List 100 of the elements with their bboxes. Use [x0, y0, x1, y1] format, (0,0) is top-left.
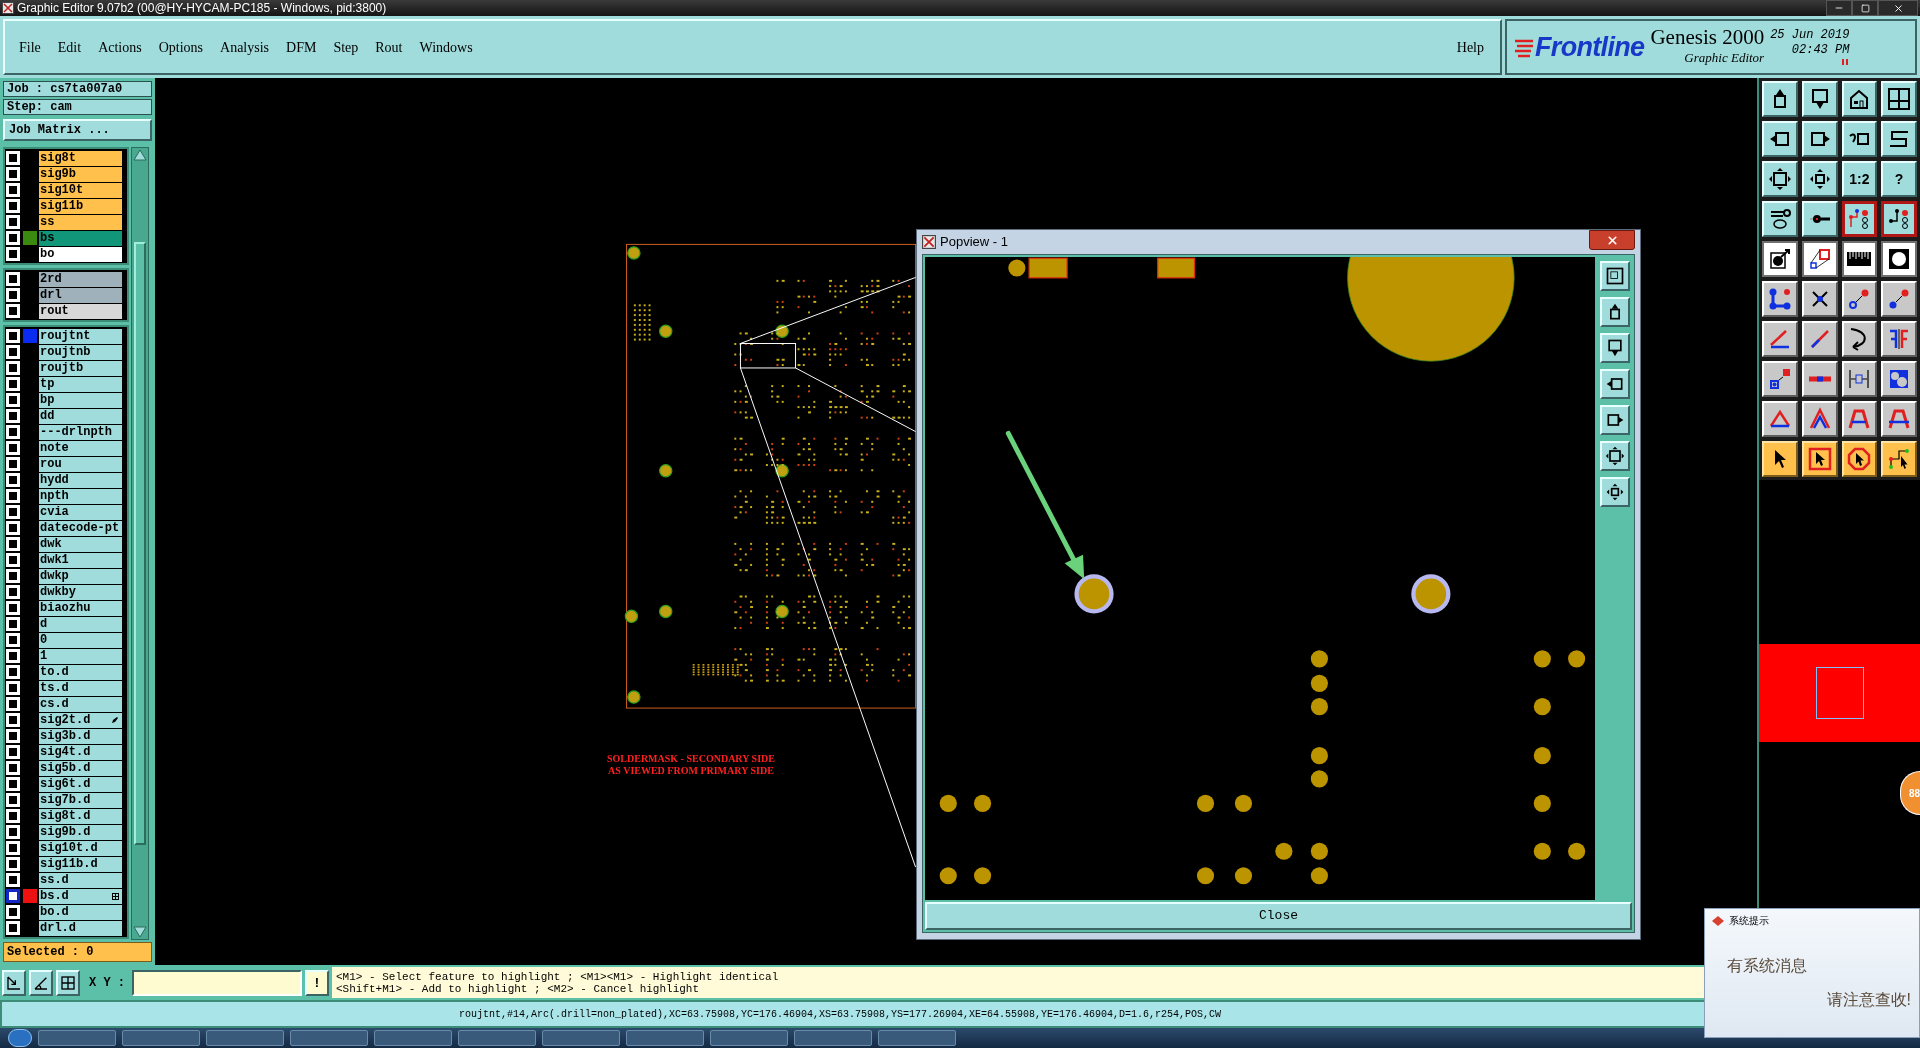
layer-item[interactable]: hydd [39, 472, 122, 488]
layer-item[interactable]: sig6t.d [39, 776, 122, 792]
layer-item[interactable]: sig8t.d [39, 808, 122, 824]
start-button[interactable] [8, 1029, 32, 1047]
tool-button[interactable] [1841, 241, 1878, 277]
tool-button[interactable]: 1:2 [1841, 161, 1878, 197]
layer-item[interactable]: bs [39, 230, 122, 246]
layer-item[interactable]: ---drlnpth [39, 424, 122, 440]
layer-select-box[interactable] [6, 151, 20, 165]
layer-select-box[interactable] [6, 585, 20, 599]
view-button[interactable] [1599, 441, 1630, 471]
layer-select-box[interactable] [6, 777, 20, 791]
layer-item[interactable]: ts.d [39, 680, 122, 696]
layer-select-box[interactable] [6, 361, 20, 375]
layer-item[interactable]: ss [39, 214, 122, 230]
layer-item[interactable]: 2rd [39, 271, 122, 287]
layer-item[interactable]: bs.d [39, 888, 122, 904]
layer-select-box[interactable] [6, 489, 20, 503]
view-button[interactable] [1599, 405, 1630, 435]
layer-select-box[interactable] [6, 809, 20, 823]
layer-item[interactable]: bp [39, 392, 122, 408]
layer-select-box[interactable] [6, 617, 20, 631]
layer-select-box[interactable] [6, 601, 20, 615]
tool-button[interactable] [1762, 241, 1798, 277]
layer-item[interactable]: ss.d [39, 872, 122, 888]
view-button[interactable] [1599, 369, 1630, 399]
menu-item[interactable]: File [19, 36, 41, 58]
layer-item[interactable]: cvia [39, 504, 122, 520]
layer-item[interactable]: roujtb [39, 360, 122, 376]
scroll-thumb[interactable] [134, 242, 146, 845]
layer-item[interactable]: 1 [39, 648, 122, 664]
layer-item[interactable]: rout [39, 303, 122, 319]
close-button[interactable] [1589, 230, 1635, 250]
layer-item[interactable]: dwk1 [39, 552, 122, 568]
layer-item[interactable]: dwk [39, 536, 122, 552]
layer-item[interactable]: note [39, 440, 122, 456]
execute-button[interactable]: ! [305, 969, 329, 996]
layer-select-box[interactable] [6, 377, 20, 391]
tool-button[interactable] [1801, 241, 1838, 277]
layer-item[interactable]: roujtnt [39, 328, 122, 344]
layer-select-box[interactable] [6, 537, 20, 551]
menu-item[interactable]: Analysis [220, 36, 270, 58]
layer-select-box[interactable] [6, 665, 20, 679]
popview-close-button[interactable]: Close [925, 902, 1632, 930]
layer-item[interactable]: rou [39, 456, 122, 472]
layer-item[interactable]: drl [39, 287, 122, 303]
layer-select-box[interactable] [6, 441, 20, 455]
layer-select-box[interactable] [6, 505, 20, 519]
tool-button[interactable] [1881, 241, 1917, 277]
scrollbar[interactable] [131, 147, 149, 940]
menu-item[interactable]: Actions [98, 36, 142, 58]
view-button[interactable] [1599, 297, 1630, 327]
layer-select-box[interactable] [6, 905, 20, 919]
layer-item[interactable]: sig9b [39, 166, 122, 182]
layer-select-box[interactable] [6, 304, 20, 318]
layer-item[interactable]: bo [39, 246, 122, 262]
layer-select-box[interactable] [6, 857, 20, 871]
layer-item[interactable]: tp [39, 376, 122, 392]
tool-button[interactable]: ? [1881, 161, 1917, 197]
job-matrix-button[interactable]: Job Matrix ... [3, 119, 152, 141]
layer-select-box[interactable] [6, 681, 20, 695]
layer-item[interactable]: sig10t.d [39, 840, 122, 856]
layer-item[interactable]: sig8t [39, 150, 122, 166]
scroll-up-icon[interactable] [132, 148, 148, 162]
view-button[interactable] [1599, 477, 1630, 507]
layer-select-box[interactable] [6, 889, 20, 903]
menu-item[interactable]: Step [333, 36, 359, 58]
view-button[interactable] [1599, 261, 1630, 291]
layer-select-box[interactable] [6, 697, 20, 711]
menu-item[interactable]: Rout [375, 36, 403, 58]
tool-button[interactable] [1841, 201, 1878, 237]
layer-select-box[interactable] [6, 521, 20, 535]
layer-item[interactable]: d [39, 616, 122, 632]
layer-item[interactable]: biaozhu [39, 600, 122, 616]
layer-select-box[interactable] [6, 713, 20, 727]
mode-button[interactable] [2, 969, 26, 996]
layer-select-box[interactable] [6, 473, 20, 487]
layer-item[interactable]: dd [39, 408, 122, 424]
layer-select-box[interactable] [6, 841, 20, 855]
layer-select-box[interactable] [6, 921, 20, 935]
menu-item[interactable]: Edit [57, 36, 82, 58]
layer-select-box[interactable] [6, 345, 20, 359]
minimize-button[interactable] [1826, 0, 1852, 16]
tool-button[interactable] [1881, 201, 1917, 237]
maximize-button[interactable] [1852, 0, 1878, 16]
menu-item[interactable]: Options [158, 36, 204, 58]
help-menu-item[interactable]: Help [1456, 36, 1484, 58]
layer-item[interactable]: 0 [39, 632, 122, 648]
layer-select-box[interactable] [6, 393, 20, 407]
mode-button[interactable] [29, 969, 53, 996]
layer-select-box[interactable] [6, 745, 20, 759]
layer-select-box[interactable] [6, 231, 20, 245]
layer-select-box[interactable] [6, 167, 20, 181]
layer-select-box[interactable] [6, 183, 20, 197]
layer-item[interactable]: sig10t [39, 182, 122, 198]
scroll-down-icon[interactable] [132, 925, 148, 939]
layer-item[interactable]: sig7b.d [39, 792, 122, 808]
menu-item[interactable]: Windows [419, 36, 473, 58]
layer-item[interactable]: sig5b.d [39, 760, 122, 776]
layer-item[interactable]: drl.d [39, 920, 122, 936]
